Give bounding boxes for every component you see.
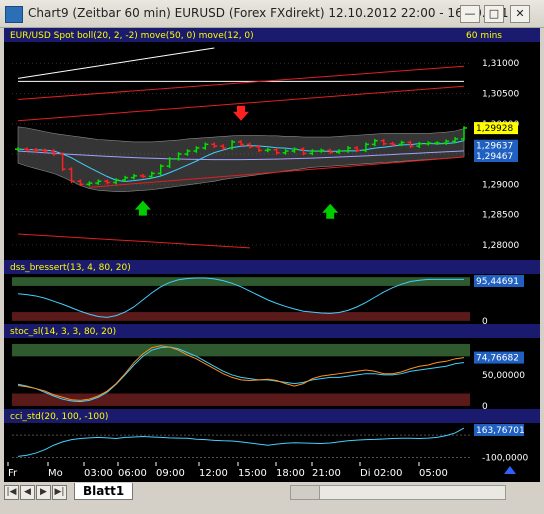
indicator-last-label: 95,44691: [476, 277, 519, 287]
time-tick-label: Fr: [8, 468, 18, 479]
arrow-up-icon: [134, 200, 151, 216]
last-sheet-button[interactable]: ▶|: [52, 485, 67, 500]
indicator-line: [17, 427, 465, 457]
indicator-last-label: 74,76682: [476, 354, 519, 364]
panel-title: cci_std(20, 100, -100): [10, 412, 108, 422]
sheet-tab-blatt1[interactable]: Blatt1: [74, 483, 134, 500]
time-tick-label: 18:00: [276, 468, 305, 479]
time-axis: Fr Mo 03:00 06:00 09:00 12:00 15:00 18:00 21:00 D…: [4, 462, 540, 482]
overbought-zone: [12, 343, 470, 357]
last-price-label: 1,29467: [476, 152, 513, 162]
arrow-up-icon: [322, 203, 339, 219]
minimize-button[interactable]: —: [460, 5, 480, 23]
maximize-button[interactable]: □: [484, 5, 504, 23]
indicator-tick-label: 0: [482, 402, 488, 412]
timeframe-label: 60 mins: [466, 31, 502, 41]
price-tick-label: 1,31000: [482, 59, 519, 69]
scrollbar-thumb[interactable]: [291, 486, 320, 499]
last-price-label: 1,29928: [476, 124, 513, 134]
time-tick-label: 21:00: [312, 468, 341, 479]
oversold-zone: [12, 312, 470, 321]
time-tick-label: 12:00: [199, 468, 228, 479]
time-tick-label: 09:00: [156, 468, 185, 479]
close-button[interactable]: ✕: [510, 5, 530, 23]
price-tick-label: 1,28500: [482, 211, 519, 221]
trendline: [17, 65, 465, 101]
sheet-tab-bar: |◀ ◀ ▶ ▶| Blatt1: [0, 482, 544, 514]
time-tick-label: 03:00: [84, 468, 113, 479]
panel-title: stoc_sl(14, 3, 3, 80, 20): [10, 327, 116, 337]
price-tick-label: 1,28000: [482, 241, 519, 251]
price-tick-label: 1,30500: [482, 89, 519, 99]
first-sheet-button[interactable]: |◀: [4, 485, 19, 500]
time-tick-label: Di 02:00: [360, 468, 402, 479]
time-tick-label: 05:00: [419, 468, 448, 479]
chart-area[interactable]: dss_bressert(13, 4, 80, 20) stoc_sl(14, 3…: [4, 28, 540, 482]
chart-svg[interactable]: dss_bressert(13, 4, 80, 20) stoc_sl(14, 3…: [4, 28, 540, 482]
trendline: [17, 233, 250, 249]
time-tick-label: 15:00: [238, 468, 267, 479]
indicator-tick-label: 50,00000: [482, 371, 525, 381]
prev-sheet-button[interactable]: ◀: [20, 485, 35, 500]
arrow-down-icon: [233, 105, 249, 121]
panel-title: dss_bressert(13, 4, 80, 20): [10, 263, 131, 273]
indicator-last-label: 163,76701: [476, 426, 525, 436]
horizontal-scrollbar[interactable]: [290, 485, 506, 500]
title-bar: Chart9 (Zeitbar 60 min) EURUSD (Forex FX…: [0, 0, 544, 28]
indicator-tick-label: 0: [482, 317, 488, 327]
time-tick-label: Mo: [48, 468, 63, 479]
next-sheet-button[interactable]: ▶: [36, 485, 51, 500]
main-price-panel: [15, 47, 467, 249]
indicator-panels: [12, 277, 470, 459]
time-tick-label: 06:00: [118, 468, 147, 479]
chart-app-icon: [5, 6, 23, 23]
window-title: Chart9 (Zeitbar 60 min) EURUSD (Forex FX…: [28, 6, 509, 20]
grid-layer: dss_bressert(13, 4, 80, 20) stoc_sl(14, 3…: [4, 28, 540, 423]
price-tick-label: 1,29000: [482, 180, 519, 190]
oversold-zone: [12, 393, 470, 406]
main-panel-header: EUR/USD Spot boll(20, 2, -2) move(50, 0)…: [10, 31, 254, 41]
